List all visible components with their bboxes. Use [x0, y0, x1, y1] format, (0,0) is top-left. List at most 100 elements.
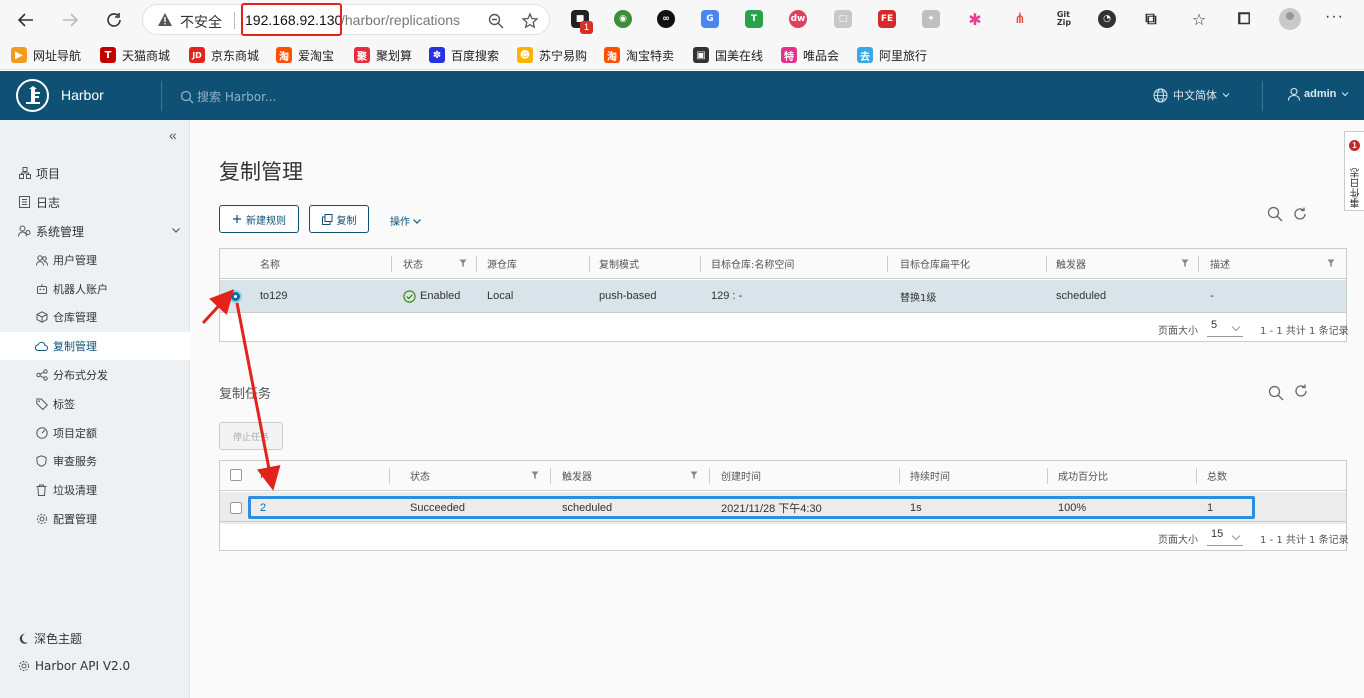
api-explorer-link[interactable]: Harbor API V2.0 [18, 659, 130, 673]
bookmark-4[interactable]: 聚聚划算 [354, 45, 412, 65]
sidebar-item-projects[interactable]: 项目 [0, 159, 190, 187]
extension-shield-icon[interactable]: T [745, 10, 763, 28]
column-header-created[interactable]: 创建时间 [711, 461, 891, 490]
harbor-logo-icon[interactable] [16, 79, 49, 112]
table-row[interactable]: to129 Enabled Local push-based 129 : - 替… [220, 280, 1346, 312]
sidebar-item-users[interactable]: 用户管理 [0, 246, 190, 274]
forward-button[interactable] [58, 8, 82, 32]
add-favorite-icon[interactable] [521, 12, 539, 30]
search-icon[interactable] [1267, 206, 1283, 222]
sidebar-item-distributions[interactable]: 分布式分发 [0, 361, 190, 389]
sidebar-item-replications[interactable]: 复制管理 [0, 332, 190, 360]
bookmark-0[interactable]: ▶ 网址导航 [11, 45, 81, 65]
back-arrow-icon [17, 13, 33, 27]
reload-button[interactable] [102, 8, 126, 32]
extension-screen-icon[interactable]: □ [834, 10, 852, 28]
bookmark-6[interactable]: ☻ 苏宁易购 [517, 45, 587, 65]
extension-star-icon[interactable]: ✱ [966, 10, 984, 29]
bookmark-8[interactable]: ▣ 国美在线 [693, 45, 763, 65]
extension-globe-icon[interactable]: ◉ [614, 10, 632, 28]
new-rule-button[interactable]: 新建规则 [219, 205, 299, 233]
app-name[interactable]: Harbor [61, 87, 104, 103]
collections-icon[interactable]: ⧠ [1235, 9, 1253, 28]
sidebar-item-configuration[interactable]: 配置管理 [0, 505, 190, 533]
global-search-input[interactable]: 搜索 Harbor... [180, 88, 276, 105]
collapse-sidebar-icon[interactable]: « [169, 127, 177, 143]
rule-status: Enabled [393, 280, 460, 312]
sidebar-item-garbage-collection[interactable]: 垃圾清理 [0, 476, 190, 504]
filter-icon[interactable] [531, 471, 539, 480]
row-radio[interactable] [229, 290, 242, 303]
column-header-mode[interactable]: 复制模式 [589, 249, 699, 278]
column-header-id[interactable]: ID [250, 461, 390, 490]
bookmark-5[interactable]: ✽ 百度搜索 [429, 45, 499, 65]
select-all-checkbox[interactable] [230, 469, 242, 481]
extension-fe-icon[interactable]: FE [878, 10, 896, 28]
stop-task-button[interactable]: 停止任务 [219, 422, 283, 450]
page-size-select[interactable]: 5 [1207, 319, 1243, 337]
bookmark-3[interactable]: 淘爱淘宝 [276, 45, 334, 65]
gitzip-icon[interactable]: Git Zip [1055, 10, 1073, 28]
sidebar-item-project-quotas[interactable]: 项目定额 [0, 419, 190, 447]
column-header-flatten[interactable]: 目标仓库扁平化 [890, 249, 1045, 278]
sidebar-item-registries[interactable]: 仓库管理 [0, 303, 190, 331]
column-header-trigger[interactable]: 触发器 [1046, 249, 1186, 278]
column-header-duration[interactable]: 持续时间 [900, 461, 1040, 490]
column-header-source[interactable]: 源仓库 [477, 249, 587, 278]
filter-icon[interactable] [1327, 259, 1335, 268]
column-header-task-trigger[interactable]: 触发器 [552, 461, 692, 490]
extension-dw-icon[interactable]: dw [789, 10, 807, 28]
bookmark-9[interactable]: 特唯品会 [781, 45, 839, 65]
more-menu-button[interactable]: ··· [1325, 8, 1344, 26]
extension-puzzle-gray-icon[interactable]: ✦ [922, 10, 940, 28]
profile-avatar[interactable] [1279, 8, 1301, 30]
zoom-icon[interactable] [487, 12, 505, 30]
chevron-down-icon [172, 228, 180, 233]
column-header-name[interactable]: 名称 [250, 249, 390, 278]
refresh-icon[interactable] [1293, 383, 1309, 399]
bookmark-2[interactable]: JD 京东商城 [189, 45, 259, 65]
user-menu[interactable]: admin [1287, 87, 1353, 101]
event-log-tab[interactable]: 1 事件日志 [1344, 131, 1364, 211]
bookmark-7[interactable]: 淘淘宝特卖 [604, 45, 674, 65]
translate-icon[interactable]: G [701, 10, 719, 28]
tag-icon [35, 398, 48, 411]
extension-clock-icon[interactable]: ◔ [1098, 10, 1116, 28]
column-header-description[interactable]: 描述 [1200, 249, 1320, 278]
tasks-table-footer: 页面大小 15 1 - 1 共计 1 条记录 [220, 521, 1349, 551]
refresh-icon[interactable] [1292, 206, 1308, 222]
security-status[interactable]: 不安全 [180, 12, 222, 32]
filter-icon[interactable] [459, 259, 467, 268]
taobao-icon: 淘 [276, 47, 292, 63]
favorites-icon[interactable]: ☆ [1190, 10, 1208, 29]
sidebar-item-logs[interactable]: 日志 [0, 188, 190, 216]
filter-icon[interactable] [1181, 259, 1189, 268]
bookmark-10[interactable]: 去阿里旅行 [857, 45, 927, 65]
extensions-puzzle-icon[interactable]: ⧉ [1142, 9, 1160, 28]
row-checkbox[interactable] [230, 502, 242, 514]
dark-theme-toggle[interactable]: 深色主题 [18, 630, 82, 647]
column-header-target[interactable]: 目标仓库:名称空间 [701, 249, 887, 278]
sidebar-item-robot-accounts[interactable]: 机器人账户 [0, 275, 190, 303]
back-button[interactable] [14, 8, 38, 32]
check-circle-icon [403, 289, 416, 303]
language-selector[interactable]: 中文简体 [1153, 87, 1236, 103]
bookmark-1[interactable]: T 天猫商城 [100, 45, 170, 65]
sidebar-item-administration[interactable]: 系统管理 [0, 217, 190, 245]
sidebar-item-labels[interactable]: 标签 [0, 390, 190, 418]
sidebar-item-interrogation-services[interactable]: 审查服务 [0, 447, 190, 475]
search-icon[interactable] [1268, 385, 1284, 401]
actions-dropdown[interactable]: 操作 [390, 213, 422, 228]
extension-infinity-icon[interactable]: ∞ [657, 10, 675, 28]
filter-icon[interactable] [690, 471, 698, 480]
column-header-percent[interactable]: 成功百分比 [1048, 461, 1188, 490]
extension-tree-icon[interactable]: ⋔ [1011, 10, 1029, 28]
page-size-select[interactable]: 15 [1207, 528, 1243, 546]
replicate-button[interactable]: 复制 [309, 205, 369, 233]
url-path[interactable]: /harbor/replications [341, 12, 460, 28]
address-bar[interactable]: 不安全 192.168.92.130 /harbor/replications [142, 3, 550, 36]
column-header-task-status[interactable]: 状态 [400, 461, 540, 490]
rule-flatten: 替换1级 [900, 292, 937, 304]
column-header-total[interactable]: 总数 [1197, 461, 1277, 490]
forward-arrow-icon [63, 13, 79, 27]
